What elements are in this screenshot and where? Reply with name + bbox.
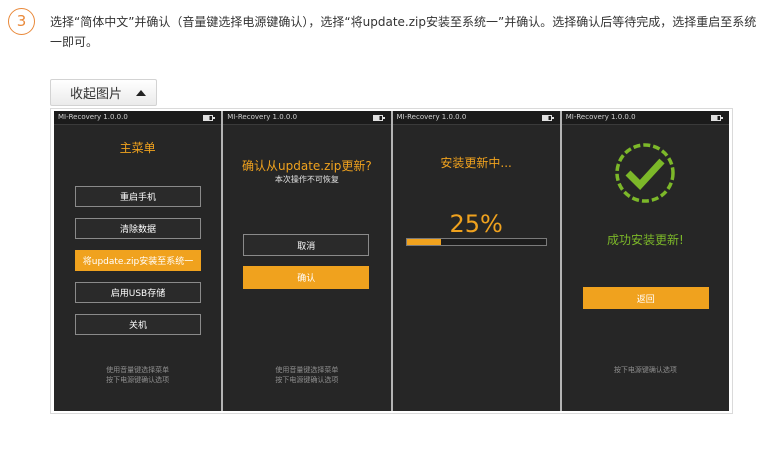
step-instruction: 选择“简体中文”并确认（音量键选择电源键确认），选择“将update.zip安装… — [50, 15, 757, 49]
progress-bar — [405, 238, 547, 246]
status-bar: MI-Recovery 1.0.0.0 — [561, 111, 729, 125]
back-button: 返回 — [582, 287, 709, 309]
status-bar-title: MI-Recovery 1.0.0.0 — [565, 113, 636, 121]
confirm-button: 确认 — [243, 266, 370, 289]
progress-percent: 25% — [449, 210, 503, 238]
status-bar: MI-Recovery 1.0.0.0 — [54, 111, 222, 125]
step-number-badge: 3 — [8, 8, 35, 35]
recovery-screen-main-menu: MI-Recovery 1.0.0.0 主菜单 重启手机 清除数据 将updat… — [54, 111, 222, 411]
status-bar: MI-Recovery 1.0.0.0 — [392, 111, 560, 125]
key-hint-line: 使用音量键选择菜单 — [275, 366, 339, 374]
battery-icon — [203, 115, 216, 121]
recovery-screen-confirm: MI-Recovery 1.0.0.0 确认从update.zip更新? 本次操… — [223, 111, 391, 411]
collapse-images-button[interactable]: 收起图片 — [50, 79, 157, 106]
key-hint-line: 按下电源键确认选项 — [275, 376, 339, 384]
status-bar-title: MI-Recovery 1.0.0.0 — [58, 113, 128, 121]
recovery-screens-strip: MI-Recovery 1.0.0.0 主菜单 重启手机 清除数据 将updat… — [54, 111, 729, 411]
screenshot-image-frame: MI-Recovery 1.0.0.0 主菜单 重启手机 清除数据 将updat… — [50, 108, 733, 414]
cancel-button: 取消 — [243, 234, 370, 256]
triangle-up-icon — [136, 89, 147, 96]
collapse-images-label: 收起图片 — [70, 87, 123, 102]
key-hint: 使用音量键选择菜单 按下电源键确认选项 — [223, 365, 390, 385]
installing-title: 安装更新中... — [440, 156, 512, 170]
menu-item-power-off: 关机 — [75, 314, 201, 335]
confirm-question: 确认从update.zip更新? — [242, 159, 372, 173]
key-hint-line: 按下电源键确认选项 — [106, 376, 170, 384]
check-circle-icon — [615, 143, 675, 203]
key-hint: 按下电源键确认选项 — [562, 365, 729, 375]
confirm-warning: 本次操作不可恢复 — [274, 175, 339, 184]
menu-item-enable-usb-storage: 启用USB存储 — [75, 282, 201, 303]
menu-item-wipe-data: 清除数据 — [75, 218, 201, 239]
key-hint: 使用音量键选择菜单 按下电源键确认选项 — [54, 365, 221, 385]
battery-icon — [711, 115, 723, 121]
status-bar-title: MI-Recovery 1.0.0.0 — [227, 113, 298, 121]
key-hint-line: 按下电源键确认选项 — [613, 366, 677, 374]
main-menu-title: 主菜单 — [119, 141, 156, 155]
status-bar-title: MI-Recovery 1.0.0.0 — [396, 113, 467, 121]
key-hint-line: 使用音量键选择菜单 — [106, 366, 170, 374]
recovery-screen-success: MI-Recovery 1.0.0.0 成功安装更新! 返回 按下电源键确认选项 — [561, 111, 729, 411]
menu-item-install-update: 将update.zip安装至系统一 — [75, 250, 201, 271]
menu-item-restart-phone: 重启手机 — [75, 186, 201, 207]
battery-icon — [541, 115, 554, 121]
battery-icon — [372, 115, 385, 121]
success-message: 成功安装更新! — [606, 233, 684, 247]
recovery-screen-installing: MI-Recovery 1.0.0.0 安装更新中... 25% — [392, 111, 560, 411]
status-bar: MI-Recovery 1.0.0.0 — [223, 111, 391, 125]
progress-fill — [406, 239, 442, 245]
